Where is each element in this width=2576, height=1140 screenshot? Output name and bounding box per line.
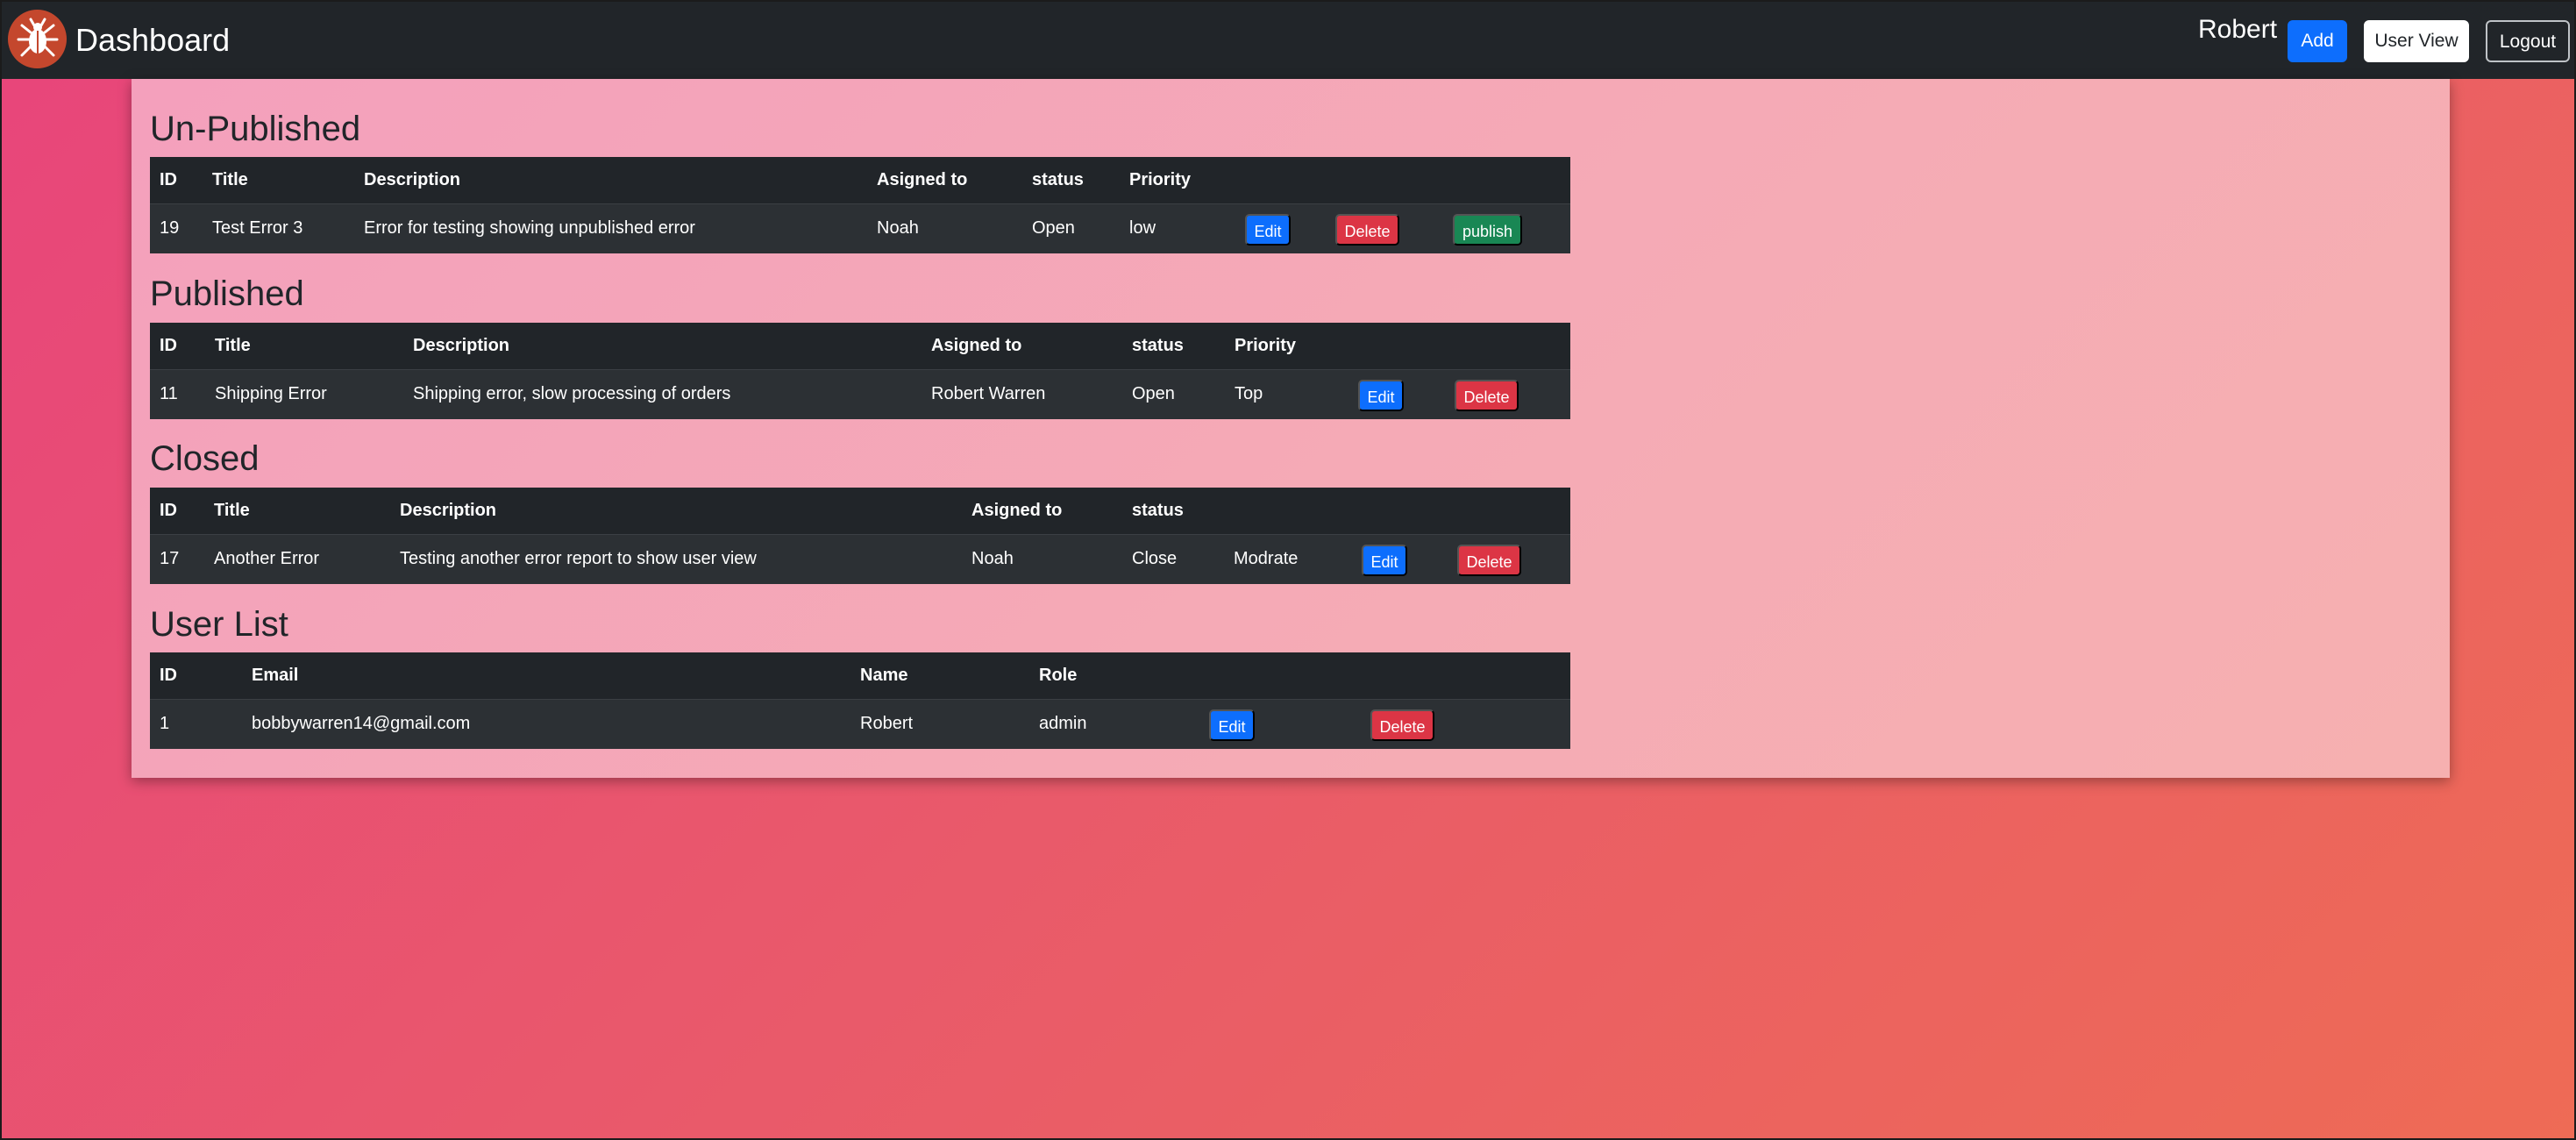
cell-description: Shipping error, slow processing of order… bbox=[413, 384, 731, 403]
user-list-table: ID Email Name Role 1 bobbywarren14@gmail… bbox=[150, 652, 1570, 749]
table-header-row: ID Email Name Role bbox=[150, 652, 1570, 700]
table-header-row: ID Title Description Asigned to status P… bbox=[150, 157, 1570, 204]
cell-id: 11 bbox=[160, 384, 178, 403]
cell-title: Shipping Error bbox=[215, 384, 327, 403]
column-header-status: status bbox=[1132, 336, 1184, 355]
cell-priority: low bbox=[1129, 218, 1156, 238]
cell-description: Testing another error report to show use… bbox=[400, 549, 757, 568]
published-table: ID Title Description Asigned to status P… bbox=[150, 323, 1570, 419]
cell-title: Test Error 3 bbox=[212, 218, 303, 238]
column-header-assigned: Asigned to bbox=[931, 336, 1022, 355]
add-button[interactable]: Add bbox=[2288, 20, 2347, 62]
publish-button[interactable]: publish bbox=[1453, 214, 1522, 246]
cell-name: Robert bbox=[860, 714, 914, 733]
closed-heading: Closed bbox=[150, 439, 260, 478]
cell-assigned: Noah bbox=[971, 549, 1014, 568]
table-header-row: ID Title Description Asigned to status P… bbox=[150, 323, 1570, 370]
cell-status: Close bbox=[1132, 549, 1178, 568]
column-header-description: Description bbox=[413, 336, 510, 355]
user-list-heading: User List bbox=[150, 605, 288, 644]
column-header-name: Name bbox=[860, 666, 908, 685]
cell-email: bobbywarren14@gmail.com bbox=[252, 714, 471, 733]
column-header-description: Description bbox=[364, 170, 461, 189]
current-user-name: Robert bbox=[2198, 15, 2278, 44]
column-header-title: Title bbox=[214, 501, 250, 520]
column-header-status: status bbox=[1032, 170, 1084, 189]
logout-button[interactable]: Logout bbox=[2486, 20, 2570, 62]
table-row: 17 Another Error Testing another error r… bbox=[150, 535, 1570, 583]
delete-button[interactable]: Delete bbox=[1370, 709, 1434, 741]
brand-title[interactable]: Dashboard bbox=[75, 21, 230, 60]
column-header-title: Title bbox=[215, 336, 251, 355]
cell-assigned: Noah bbox=[877, 218, 919, 238]
cell-priority: Top bbox=[1235, 384, 1263, 403]
column-header-id: ID bbox=[160, 501, 177, 520]
table-row: 1 bobbywarren14@gmail.com Robert admin E… bbox=[150, 700, 1570, 748]
table-row: 11 Shipping Error Shipping error, slow p… bbox=[150, 370, 1570, 418]
user-view-button[interactable]: User View bbox=[2364, 20, 2469, 62]
closed-table: ID Title Description Asigned to status 1… bbox=[150, 488, 1570, 584]
column-header-assigned: Asigned to bbox=[877, 170, 968, 189]
column-header-priority: Priority bbox=[1129, 170, 1192, 189]
cell-title: Another Error bbox=[214, 549, 320, 568]
column-header-assigned: Asigned to bbox=[971, 501, 1063, 520]
column-header-role: Role bbox=[1039, 666, 1078, 685]
top-navbar: Dashboard Robert Add User View Logout bbox=[2, 2, 2574, 79]
edit-button[interactable]: Edit bbox=[1245, 214, 1291, 246]
edit-button[interactable]: Edit bbox=[1362, 545, 1407, 576]
delete-button[interactable]: Delete bbox=[1455, 380, 1519, 411]
published-heading: Published bbox=[150, 274, 304, 313]
cell-role: admin bbox=[1039, 714, 1087, 733]
delete-button[interactable]: Delete bbox=[1335, 214, 1399, 246]
delete-button[interactable]: Delete bbox=[1457, 545, 1521, 576]
edit-button[interactable]: Edit bbox=[1209, 709, 1255, 741]
column-header-status: status bbox=[1132, 501, 1184, 520]
unpublished-heading: Un-Published bbox=[150, 110, 361, 148]
column-header-description: Description bbox=[400, 501, 497, 520]
cell-assigned: Robert Warren bbox=[931, 384, 1046, 403]
unpublished-table: ID Title Description Asigned to status P… bbox=[150, 157, 1570, 253]
cell-status: Open bbox=[1032, 218, 1075, 238]
edit-button[interactable]: Edit bbox=[1358, 380, 1404, 411]
table-row: 19 Test Error 3 Error for testing showin… bbox=[150, 204, 1570, 253]
cell-id: 17 bbox=[160, 549, 180, 568]
column-header-id: ID bbox=[160, 336, 177, 355]
table-header-row: ID Title Description Asigned to status bbox=[150, 488, 1570, 535]
column-header-id: ID bbox=[160, 666, 177, 685]
column-header-priority: Priority bbox=[1235, 336, 1297, 355]
cell-priority: Modrate bbox=[1234, 549, 1299, 568]
column-header-id: ID bbox=[160, 170, 177, 189]
cell-id: 1 bbox=[160, 714, 170, 733]
cell-description: Error for testing showing unpublished er… bbox=[364, 218, 695, 238]
bug-logo-icon[interactable] bbox=[8, 10, 67, 68]
cell-status: Open bbox=[1132, 384, 1175, 403]
column-header-email: Email bbox=[252, 666, 299, 685]
cell-id: 19 bbox=[160, 218, 180, 238]
column-header-title: Title bbox=[212, 170, 248, 189]
